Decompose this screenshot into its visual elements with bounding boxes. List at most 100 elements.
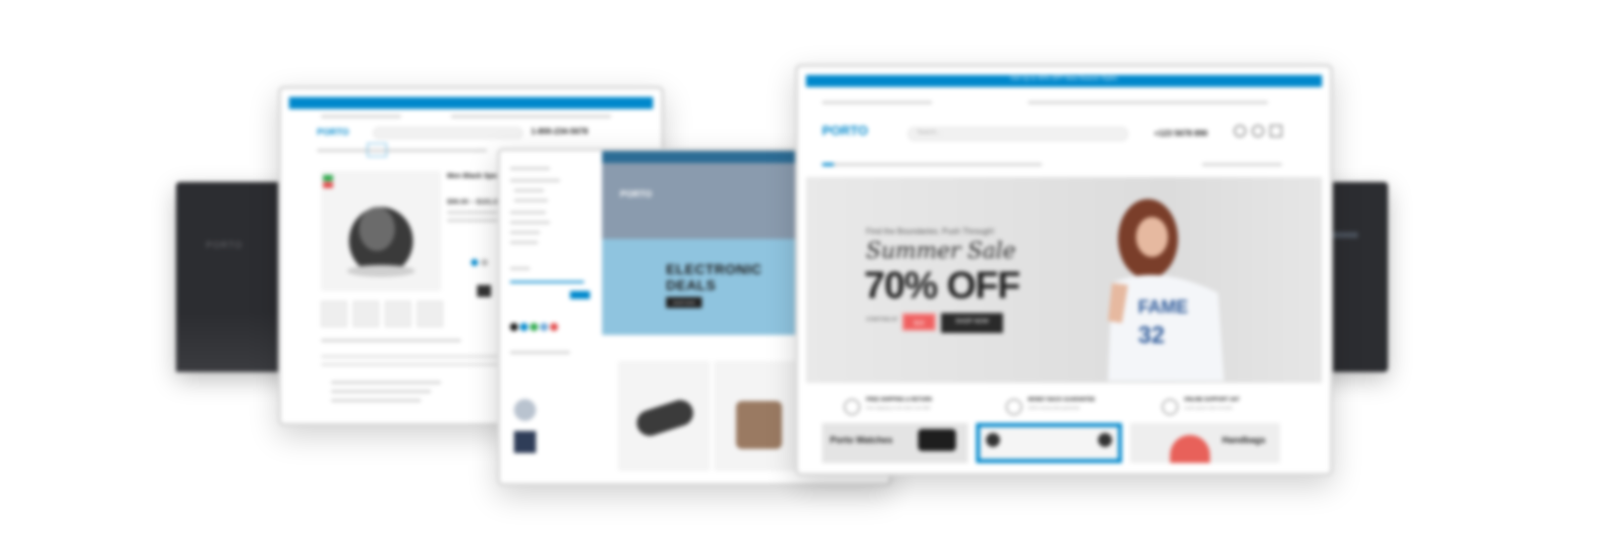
filter-heading xyxy=(510,167,550,170)
nav-special-offers[interactable] xyxy=(1202,163,1282,166)
bullet-1 xyxy=(331,381,441,384)
price-heading xyxy=(510,267,530,270)
truck-icon xyxy=(844,399,860,415)
home-page-window: Get Up to 40% OFF New-Season Styles PORT… xyxy=(795,64,1333,476)
nav-home-active[interactable] xyxy=(822,163,834,166)
banner-handbags-title: Handbags xyxy=(1222,435,1266,445)
hero-shop-button[interactable]: SHOP NOW xyxy=(941,313,1003,333)
color-filter-blue[interactable] xyxy=(520,323,528,331)
color-swatch-blue[interactable] xyxy=(471,259,478,266)
banner-watches[interactable]: Porto Watches xyxy=(822,423,968,463)
product-thumb-1[interactable] xyxy=(321,301,347,327)
color-filter-black[interactable] xyxy=(510,323,518,331)
header-links[interactable] xyxy=(1028,101,1268,104)
color-filter-lightblue[interactable] xyxy=(540,323,548,331)
watch-image xyxy=(918,429,956,451)
announcement-bar: Get Up to 40% OFF New-Season Styles xyxy=(806,75,1322,87)
featured-thumb-1[interactable] xyxy=(514,399,536,421)
size-filter[interactable] xyxy=(510,351,570,354)
search-placeholder: Search... xyxy=(917,130,942,136)
price-badge-text: $19 xyxy=(913,321,924,327)
filter-button[interactable] xyxy=(570,291,590,299)
filter-item[interactable] xyxy=(510,241,538,244)
wishlist-icon[interactable] xyxy=(1252,125,1264,137)
speaker-image xyxy=(633,396,697,440)
filter-sidebar xyxy=(500,151,596,483)
phone-number: +123 5678 890 xyxy=(1154,129,1208,138)
feature-subtitle-1: Free shipping on all orders over $99. xyxy=(866,405,932,410)
support-icon xyxy=(1162,399,1178,415)
shoe-illustration xyxy=(347,207,415,277)
svg-text:32: 32 xyxy=(1138,322,1165,349)
money-back-icon xyxy=(1006,399,1022,415)
main-nav[interactable] xyxy=(822,163,1042,166)
filter-item[interactable] xyxy=(514,189,544,192)
hero-script-title: Summer Sale xyxy=(866,239,1016,264)
account-icon[interactable] xyxy=(1234,125,1246,137)
blurred-mockup: PORTO PORTO 1-800-234-5678 Men Black Spo… xyxy=(0,0,1600,536)
color-swatch-grey[interactable] xyxy=(481,259,488,266)
feature-subtitle-2: 100% money back guarantee xyxy=(1028,405,1081,410)
filter-item[interactable] xyxy=(510,179,560,182)
banner-center[interactable] xyxy=(976,423,1122,463)
header-welcome xyxy=(822,101,932,104)
product-price: $99.00 – $101.00 xyxy=(447,199,502,206)
price-slider[interactable] xyxy=(510,281,584,283)
phone-number: 1-800-234-5678 xyxy=(531,127,588,136)
filter-item[interactable] xyxy=(510,221,550,224)
announcement-bar xyxy=(289,97,653,109)
header-links xyxy=(321,115,401,118)
product-card-bag[interactable] xyxy=(714,361,806,471)
logo[interactable]: PORTO xyxy=(317,127,349,137)
price-badge: $19 xyxy=(902,313,936,331)
banner-watches-title: Porto Watches xyxy=(830,435,893,445)
product-image[interactable] xyxy=(321,171,441,291)
new-badge xyxy=(323,175,333,181)
header-links-right xyxy=(451,115,611,118)
main-nav[interactable] xyxy=(317,149,487,152)
bag-image xyxy=(736,401,782,449)
filter-item[interactable] xyxy=(510,231,540,234)
nav-active-item[interactable] xyxy=(367,143,387,157)
featured-thumb-2[interactable] xyxy=(514,431,536,453)
product-thumb-4[interactable] xyxy=(417,301,443,327)
banner-handbags[interactable]: Handbags xyxy=(1130,423,1280,463)
banner-icon-right xyxy=(1098,433,1112,447)
promo-title-line1: ELECTRONIC xyxy=(666,261,762,277)
svg-text:FAME: FAME xyxy=(1138,297,1188,317)
hero-banner[interactable]: Find the Boundaries. Push Through! Summe… xyxy=(806,177,1322,383)
banner-icon-left xyxy=(986,433,1000,447)
tabs-row[interactable] xyxy=(321,339,461,342)
hero-shop-label: SHOP NOW xyxy=(955,319,989,325)
color-filter-green[interactable] xyxy=(530,323,538,331)
dark-preview-text: PORTO xyxy=(206,240,243,250)
color-filter-red[interactable] xyxy=(550,323,558,331)
feature-subtitle-3: Lorem ipsum dolor sit amet. xyxy=(1184,405,1234,410)
bullet-2 xyxy=(331,390,431,393)
product-thumb-3[interactable] xyxy=(385,301,411,327)
product-card-speaker[interactable] xyxy=(618,361,710,471)
logo[interactable]: PORTO xyxy=(620,189,652,199)
promo-shop-button[interactable]: SHOP NOW xyxy=(666,297,702,308)
logo[interactable]: PORTO xyxy=(822,123,868,138)
hero-headline: 70% OFF xyxy=(864,265,1021,307)
promo-title: ELECTRONIC DEALS xyxy=(666,261,762,293)
starting-at-label: STARTING AT xyxy=(866,317,898,323)
add-to-cart-button[interactable] xyxy=(477,285,491,297)
promo-button-label: SHOP NOW xyxy=(672,300,696,305)
search-input[interactable]: Search... xyxy=(908,127,1128,141)
filter-item[interactable] xyxy=(514,199,548,202)
cart-icon[interactable] xyxy=(1270,125,1282,137)
promo-title-line2: DEALS xyxy=(666,277,716,293)
model-image: FAME 32 xyxy=(1108,199,1224,381)
sale-badge xyxy=(323,182,333,188)
handbag-image xyxy=(1170,435,1210,463)
search-input[interactable] xyxy=(373,127,523,139)
product-thumb-2[interactable] xyxy=(353,301,379,327)
feature-title-1: FREE SHIPPING & RETURN xyxy=(866,397,932,403)
feature-title-2: MONEY BACK GUARANTEE xyxy=(1028,397,1096,403)
bullet-3 xyxy=(331,399,421,402)
filter-item[interactable] xyxy=(510,211,546,214)
announcement-text: Get Up to 40% OFF New-Season Styles xyxy=(1010,76,1118,82)
hero-kicker: Find the Boundaries. Push Through! xyxy=(866,227,995,236)
